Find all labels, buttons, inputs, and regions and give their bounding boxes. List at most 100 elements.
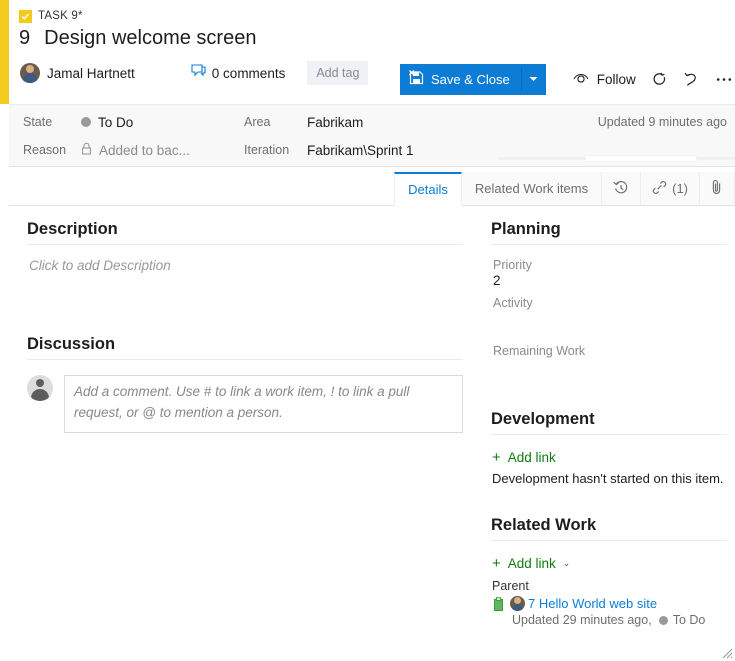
related-work-item-state: To Do [673, 613, 706, 627]
work-item-side-pane: Planning Priority 2 Activity Remaining W… [481, 206, 735, 661]
priority-value[interactable]: 2 [491, 273, 727, 294]
save-close-label: Save & Close [431, 72, 510, 87]
list-item: 7 Hello World web site Updated 29 minute… [491, 596, 727, 627]
discussion-composer: Add a comment. Use # to link a work item… [27, 371, 463, 433]
related-work-divider [491, 540, 727, 541]
tab-links[interactable]: (1) [641, 172, 700, 205]
related-work-group-label: Parent [491, 577, 727, 596]
assigned-to-field[interactable]: Jamal Hartnett [20, 59, 139, 87]
avatar [27, 375, 53, 401]
state-field[interactable]: To Do [81, 115, 244, 130]
history-icon [613, 180, 629, 198]
attachment-icon [711, 179, 723, 198]
reason-field: Added to bac... [81, 142, 244, 158]
add-tag-button[interactable]: Add tag [307, 61, 368, 85]
related-work-item-updated: Updated 29 minutes ago, [512, 613, 652, 627]
discussion-divider [27, 359, 463, 360]
updated-timestamp: Updated 9 minutes ago [598, 115, 735, 129]
comment-placeholder: Add a comment. Use # to link a work item… [74, 382, 453, 424]
planning-section: Planning Priority 2 Activity Remaining W… [491, 220, 727, 380]
undo-icon[interactable] [676, 64, 708, 94]
priority-label: Priority [491, 256, 727, 273]
work-item-tabbar: Details Related Work items ( [9, 172, 735, 206]
iteration-label: Iteration [244, 143, 307, 157]
more-options-icon[interactable] [708, 64, 735, 94]
work-item-fields-strip: State To Do Area Fabrikam Updated 9 minu… [9, 104, 735, 167]
planning-heading: Planning [491, 220, 727, 244]
chevron-down-icon: ⌄ [563, 558, 571, 569]
related-work-item-link[interactable]: 7 Hello World web site [528, 596, 657, 611]
discussion-heading: Discussion [27, 335, 463, 359]
work-item-toolbar: Save & Close Follow [400, 63, 735, 95]
activity-value[interactable] [491, 311, 727, 332]
tab-links-count: (1) [672, 181, 688, 196]
development-add-link-label: Add link [508, 450, 556, 465]
plus-icon: + [492, 556, 501, 571]
development-heading: Development [491, 410, 727, 434]
related-work-heading: Related Work [491, 516, 727, 540]
work-item-type-label: TASK 9* [38, 10, 83, 22]
save-close-button[interactable]: Save & Close [400, 64, 546, 95]
description-section: Description Click to add Description [27, 220, 463, 273]
assignee-name: Jamal Hartnett [47, 66, 135, 81]
page-title[interactable]: Design welcome screen [44, 27, 256, 50]
development-section: Development + Add link Development hasn'… [491, 410, 727, 486]
tab-history[interactable] [602, 172, 641, 205]
follow-label: Follow [597, 72, 636, 87]
follow-button[interactable]: Follow [565, 64, 644, 94]
remaining-work-value[interactable] [491, 359, 727, 380]
related-work-item-row: 7 Hello World web site [492, 596, 727, 611]
related-work-add-link-button[interactable]: + Add link ⌄ [491, 552, 570, 577]
checkmark-task-icon [19, 10, 32, 23]
tab-details[interactable]: Details [394, 172, 462, 206]
iteration-field[interactable]: Fabrikam\Sprint 1 [307, 143, 492, 158]
work-item-dialog: TASK 9* 9 Design welcome screen Jamal Ha… [0, 0, 735, 661]
related-work-section: Related Work + Add link ⌄ Parent [491, 516, 727, 627]
link-icon [652, 180, 667, 198]
save-close-icon [409, 70, 424, 88]
work-item-type-row: TASK 9* [9, 0, 735, 24]
reason-label: Reason [23, 143, 81, 157]
tab-related-work-items-label: Related Work items [475, 181, 588, 196]
work-item-title-row: 9 Design welcome screen [9, 24, 735, 55]
refresh-icon[interactable] [644, 64, 676, 94]
development-empty-text: Development hasn't started on this item. [491, 471, 727, 486]
plus-icon: + [492, 450, 501, 465]
description-input[interactable]: Click to add Description [27, 256, 463, 273]
lock-icon [81, 142, 92, 158]
area-field[interactable]: Fabrikam [307, 115, 492, 130]
description-heading: Description [27, 220, 463, 244]
development-add-link-button[interactable]: + Add link [491, 446, 556, 471]
remaining-work-label: Remaining Work [491, 332, 727, 359]
tab-related-work-items[interactable]: Related Work items [462, 172, 602, 205]
activity-label: Activity [491, 294, 727, 311]
avatar [510, 596, 525, 611]
state-value: To Do [98, 115, 133, 130]
work-item-id: 9 [19, 27, 30, 50]
state-dot-icon [659, 616, 668, 625]
comments-count: 0 comments [212, 66, 286, 81]
eye-follow-icon [573, 71, 590, 87]
state-dot-icon [81, 117, 91, 127]
save-close-dropdown-button[interactable] [522, 64, 546, 95]
area-value: Fabrikam [307, 115, 363, 130]
description-divider [27, 244, 463, 245]
tab-attachments[interactable] [700, 172, 735, 205]
resize-grip[interactable] [717, 643, 733, 659]
area-label: Area [244, 115, 307, 129]
comment-input[interactable]: Add a comment. Use # to link a work item… [64, 375, 463, 433]
comments-link[interactable]: 0 comments [191, 60, 286, 86]
reason-value: Added to bac... [99, 143, 190, 158]
iteration-value: Fabrikam\Sprint 1 [307, 143, 414, 158]
work-item-type-accent-bar [0, 0, 9, 104]
related-work-add-link-label: Add link [508, 556, 556, 571]
tab-details-label: Details [408, 182, 448, 197]
scrollbar-thumb[interactable] [585, 155, 697, 162]
save-close-main[interactable]: Save & Close [400, 64, 521, 95]
discussion-section: Discussion Add a comment. Use # to link … [27, 335, 463, 433]
related-work-item-meta: Updated 29 minutes ago, To Do [492, 611, 727, 627]
backlog-item-icon [492, 597, 505, 611]
state-label: State [23, 115, 81, 129]
fields-horizontal-scrollbar[interactable] [499, 154, 735, 163]
development-divider [491, 434, 727, 435]
